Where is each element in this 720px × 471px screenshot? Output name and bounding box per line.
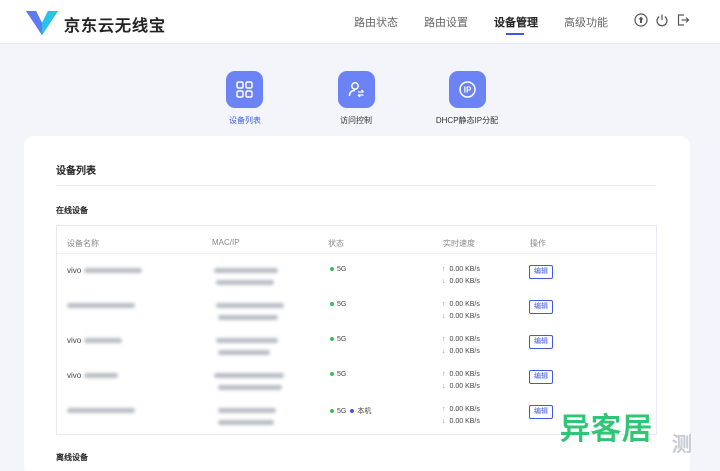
column-header-speed: 实时速度 xyxy=(443,239,475,248)
column-header-mac-ip: MAC/IP xyxy=(212,238,240,247)
offline-devices-title: 离线设备 xyxy=(56,453,88,462)
top-header: 京东云无线宝 路由状态 路由设置 设备管理 高级功能 xyxy=(0,0,720,44)
arrow-down-icon: ↓ xyxy=(442,278,446,285)
watermark-logo: 异客居 xyxy=(560,413,653,446)
arrow-down-icon: ↓ xyxy=(442,418,446,425)
edit-button[interactable]: 编辑 xyxy=(529,265,553,279)
download-speed: ↓ 0.00 KB/s xyxy=(442,278,480,285)
upload-speed: ↑ 0.00 KB/s xyxy=(442,406,480,413)
blurred-ip xyxy=(216,280,274,285)
upgrade-icon[interactable] xyxy=(634,13,648,27)
online-dot-icon xyxy=(330,302,334,307)
blurred-mac xyxy=(218,408,276,413)
online-dot-icon xyxy=(330,372,334,377)
online-dot-icon xyxy=(330,409,334,414)
nav-router-settings[interactable]: 路由设置 xyxy=(424,14,468,30)
download-speed: ↓ 0.00 KB/s xyxy=(442,313,480,320)
status-badge: 5G xyxy=(330,266,346,273)
tile-access-control[interactable] xyxy=(338,71,375,108)
status-badge: 5G 本机 xyxy=(330,406,371,416)
download-speed: ↓ 0.00 KB/s xyxy=(442,348,480,355)
column-header-action: 操作 xyxy=(530,239,546,248)
blurred-device-name xyxy=(67,408,135,413)
nav-device-management[interactable]: 设备管理 xyxy=(494,14,538,30)
power-icon[interactable] xyxy=(655,13,669,27)
svg-text:IP: IP xyxy=(464,86,472,95)
brand-name: 京东云无线宝 xyxy=(64,18,167,35)
arrow-down-icon: ↓ xyxy=(442,348,446,355)
arrow-up-icon: ↑ xyxy=(442,266,446,273)
upload-speed: ↑ 0.00 KB/s xyxy=(442,301,480,308)
grid-icon xyxy=(236,81,253,98)
edit-button[interactable]: 编辑 xyxy=(529,370,553,384)
local-dot-icon xyxy=(350,409,355,414)
device-name: vivo xyxy=(67,336,82,345)
blurred-device-name xyxy=(84,268,142,273)
online-dot-icon xyxy=(330,337,334,342)
status-badge: 5G xyxy=(330,371,346,378)
tile-dhcp-static-ip[interactable]: IP xyxy=(449,71,486,108)
tile-device-list[interactable] xyxy=(226,71,263,108)
nav-advanced-features[interactable]: 高级功能 xyxy=(564,14,608,30)
arrow-up-icon: ↑ xyxy=(442,406,446,413)
blurred-ip xyxy=(218,315,278,320)
column-header-device-name: 设备名称 xyxy=(67,239,99,248)
upload-speed: ↑ 0.00 KB/s xyxy=(442,266,480,273)
blurred-device-name xyxy=(84,373,118,378)
tile-access-control-label[interactable]: 访问控制 xyxy=(296,115,416,126)
card-divider xyxy=(56,185,656,186)
blurred-device-name xyxy=(67,303,135,308)
device-name: vivo xyxy=(67,266,82,275)
device-name: vivo xyxy=(67,371,82,380)
blurred-ip xyxy=(218,385,282,390)
card-title: 设备列表 xyxy=(56,166,96,177)
nav-active-indicator xyxy=(506,33,524,35)
blurred-mac xyxy=(214,373,284,378)
logout-icon[interactable] xyxy=(676,13,690,27)
arrow-up-icon: ↑ xyxy=(442,336,446,343)
arrow-up-icon: ↑ xyxy=(442,301,446,308)
user-access-icon xyxy=(348,82,364,98)
download-speed: ↓ 0.00 KB/s xyxy=(442,418,480,425)
download-speed: ↓ 0.00 KB/s xyxy=(442,383,480,390)
edit-button[interactable]: 编辑 xyxy=(529,335,553,349)
brand-logo-icon xyxy=(26,11,58,35)
status-badge: 5G xyxy=(330,336,346,343)
status-badge: 5G xyxy=(330,301,346,308)
tile-dhcp-static-ip-label[interactable]: DHCP静态IP分配 xyxy=(407,115,527,126)
edit-button[interactable]: 编辑 xyxy=(529,405,553,419)
table-header-divider xyxy=(57,253,656,254)
arrow-down-icon: ↓ xyxy=(442,383,446,390)
nav-router-status[interactable]: 路由状态 xyxy=(354,14,398,30)
blurred-mac xyxy=(216,303,284,308)
blurred-mac xyxy=(214,268,278,273)
blurred-mac xyxy=(216,338,278,343)
blurred-ip xyxy=(218,350,270,355)
upload-speed: ↑ 0.00 KB/s xyxy=(442,371,480,378)
arrow-down-icon: ↓ xyxy=(442,313,446,320)
column-header-status: 状态 xyxy=(328,239,344,248)
watermark-text: 测 xyxy=(672,434,692,456)
blurred-ip xyxy=(218,420,274,425)
edit-button[interactable]: 编辑 xyxy=(529,300,553,314)
arrow-up-icon: ↑ xyxy=(442,371,446,378)
tile-device-list-label[interactable]: 设备列表 xyxy=(185,115,305,126)
online-devices-title: 在线设备 xyxy=(56,206,88,215)
online-dot-icon xyxy=(330,267,334,272)
upload-speed: ↑ 0.00 KB/s xyxy=(442,336,480,343)
blurred-device-name xyxy=(84,338,122,343)
ip-icon: IP xyxy=(459,81,476,98)
